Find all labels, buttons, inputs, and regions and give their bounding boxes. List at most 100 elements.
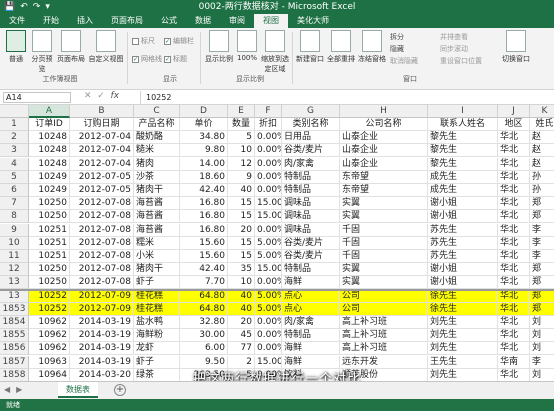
cell[interactable]: 千固	[340, 250, 428, 263]
cell[interactable]: 赵	[530, 131, 554, 145]
cell[interactable]: 10962	[29, 316, 70, 329]
cell[interactable]: 7.70	[180, 276, 228, 290]
cell[interactable]: 虾子	[134, 276, 180, 290]
cell[interactable]: 42.40	[180, 263, 228, 277]
cell[interactable]: 14.00	[180, 157, 228, 171]
row-header[interactable]: 12	[0, 263, 29, 277]
row-header[interactable]: 4	[0, 157, 29, 171]
cell[interactable]: 郑	[530, 289, 554, 303]
tab-formulas[interactable]: 公式	[152, 14, 186, 28]
cell[interactable]: 2	[228, 355, 255, 369]
formula-input[interactable]: 10252	[146, 92, 171, 103]
cell[interactable]: 10250	[29, 263, 70, 277]
row-header[interactable]: 1857	[0, 355, 29, 369]
column-header-b[interactable]: B	[70, 105, 134, 118]
cell[interactable]: 高上补习班	[340, 329, 428, 343]
header-cell[interactable]: 类别名称	[282, 118, 340, 131]
cell[interactable]: 15.00%	[255, 355, 282, 369]
cell[interactable]: 0.00%	[255, 144, 282, 158]
cell[interactable]: 0.00%	[255, 157, 282, 171]
cell[interactable]: 6.00	[180, 342, 228, 356]
cell[interactable]: 华北	[498, 236, 530, 250]
cell[interactable]: 谢小姐	[428, 276, 498, 290]
cell[interactable]: 华北	[498, 316, 530, 329]
cell[interactable]: 15.00%	[255, 197, 282, 211]
cell[interactable]: 猪肉	[134, 157, 180, 171]
cell[interactable]: 77	[228, 342, 255, 356]
cell[interactable]: 16.80	[180, 210, 228, 224]
cell[interactable]: 64.80	[180, 289, 228, 303]
cell[interactable]: 10963	[29, 355, 70, 369]
cell[interactable]: 2012-07-08	[70, 236, 134, 250]
row-header[interactable]: 13	[0, 276, 29, 290]
cell[interactable]: 海鲜	[282, 276, 340, 290]
header-cell[interactable]: 折扣	[255, 118, 282, 131]
arrange-all-button[interactable]: 全部重排	[326, 30, 356, 64]
cell[interactable]: 10250	[29, 276, 70, 290]
cell[interactable]: 20	[228, 223, 255, 237]
cell[interactable]: 华北	[498, 250, 530, 263]
header-cell[interactable]: 产品名称	[134, 118, 180, 131]
split-pane-divider[interactable]	[0, 288, 554, 291]
cell[interactable]: 桂花糕	[134, 289, 180, 303]
cell[interactable]: 海鲜	[282, 355, 340, 369]
cell[interactable]: 20	[228, 316, 255, 329]
cell[interactable]: 2012-07-09	[70, 302, 134, 316]
tab-view[interactable]: 视图	[254, 14, 288, 28]
cell[interactable]: 猪肉干	[134, 184, 180, 197]
cell[interactable]: 谢小姐	[428, 197, 498, 211]
cell[interactable]: 35	[228, 263, 255, 277]
cell[interactable]: 5.00%	[255, 250, 282, 263]
cell[interactable]: 2012-07-04	[70, 157, 134, 171]
header-cell[interactable]: 数量	[228, 118, 255, 131]
cell[interactable]: 10252	[29, 289, 70, 303]
header-cell[interactable]: 单价	[180, 118, 228, 131]
column-header-j[interactable]: J	[498, 105, 530, 118]
row-header[interactable]: 10	[0, 236, 29, 250]
freeze-panes-button[interactable]: 冻结窗格	[357, 30, 387, 64]
cell[interactable]: 2012-07-05	[70, 170, 134, 184]
cell[interactable]: 山泰企业	[340, 157, 428, 171]
cell[interactable]: 实翼	[340, 197, 428, 211]
cell[interactable]: 谷类/麦片	[282, 236, 340, 250]
cell[interactable]: 64.80	[180, 302, 228, 316]
zoom-100-button[interactable]: 100%	[236, 30, 258, 62]
cell[interactable]: 李	[530, 356, 554, 369]
cell[interactable]: 苏先生	[428, 236, 498, 250]
row-header[interactable]: 7	[0, 197, 29, 211]
tab-review[interactable]: 审阅	[220, 14, 254, 28]
hide-button[interactable]: 隐藏	[390, 44, 404, 54]
row-header[interactable]: 9	[0, 223, 29, 237]
unhide-button[interactable]: 取消隐藏	[390, 56, 418, 66]
cell[interactable]: 黎先生	[428, 131, 498, 145]
sheet-tab-data[interactable]: 数据表	[58, 382, 98, 398]
cell[interactable]: 酸奶酪	[134, 131, 180, 145]
cell[interactable]: 2012-07-08	[70, 197, 134, 211]
cell[interactable]: 2012-07-05	[70, 184, 134, 197]
cell[interactable]: 李	[530, 237, 554, 250]
cell[interactable]: 华北	[498, 197, 530, 211]
cell[interactable]: 猪肉干	[134, 263, 180, 277]
cell[interactable]: 千固	[340, 236, 428, 250]
cell[interactable]: 刘先生	[428, 342, 498, 356]
header-cell[interactable]: 订单ID	[29, 118, 70, 131]
cell[interactable]: 5.00%	[255, 302, 282, 316]
cell[interactable]: 调味品	[282, 223, 340, 237]
column-header-h[interactable]: H	[340, 105, 428, 118]
cell[interactable]: 0.00%	[255, 342, 282, 356]
cell[interactable]: 远东开发	[340, 355, 428, 369]
cell[interactable]: 龙虾	[134, 342, 180, 356]
cell[interactable]: 点心	[282, 289, 340, 303]
reset-window-position-button[interactable]: 重设窗口位置	[440, 56, 482, 66]
cell[interactable]: 沙茶	[134, 170, 180, 184]
cell[interactable]: 华北	[498, 289, 530, 303]
cell[interactable]: 郑	[530, 263, 554, 277]
cell[interactable]: 黎先生	[428, 157, 498, 171]
normal-view-button[interactable]: 普通	[4, 30, 28, 64]
tab-file[interactable]: 文件	[0, 14, 34, 28]
cell[interactable]: 40	[228, 289, 255, 303]
cell[interactable]: 刘	[530, 316, 554, 329]
header-cell[interactable]: 地区	[498, 118, 530, 131]
name-box[interactable]: A14	[3, 92, 71, 103]
cell[interactable]: 郑	[530, 276, 554, 290]
